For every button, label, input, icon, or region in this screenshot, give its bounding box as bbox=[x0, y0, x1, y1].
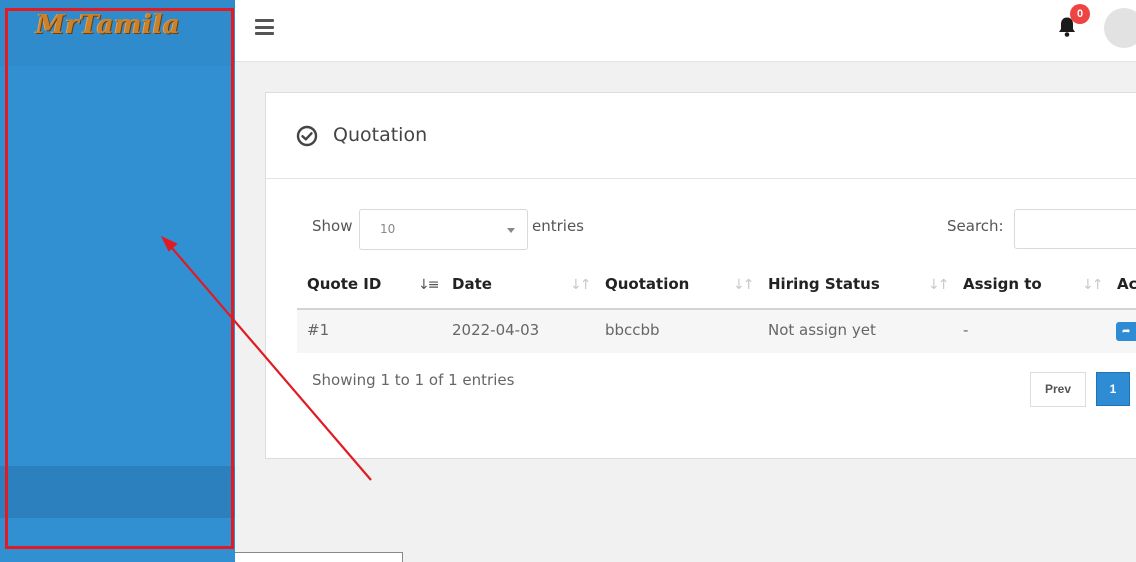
notification-badge: 0 bbox=[1070, 4, 1090, 24]
page-length-select[interactable]: 10 bbox=[359, 209, 528, 250]
user-avatar[interactable] bbox=[1104, 8, 1136, 48]
sidebar-footer-band bbox=[0, 466, 235, 518]
show-label: Show bbox=[312, 217, 353, 235]
page-1-button[interactable]: 1 bbox=[1096, 372, 1130, 406]
search-input[interactable] bbox=[1014, 209, 1136, 249]
cell-date: 2022-04-03 bbox=[452, 321, 540, 339]
sort-icon[interactable]: ↓↑ bbox=[570, 277, 592, 293]
column-header-quotation[interactable]: Quotation bbox=[605, 275, 689, 293]
page-length-value: 10 bbox=[380, 222, 396, 236]
column-header-action[interactable]: Ac bbox=[1117, 275, 1136, 293]
column-header-hiring-status[interactable]: Hiring Status bbox=[768, 275, 880, 293]
reply-icon: ➦ bbox=[1122, 326, 1131, 337]
column-header-assign-to[interactable]: Assign to bbox=[963, 275, 1042, 293]
sort-icon[interactable]: ↓≡ bbox=[418, 277, 440, 293]
check-circle-icon bbox=[296, 125, 318, 147]
card-title: Quotation bbox=[333, 124, 428, 146]
table-row bbox=[297, 310, 1136, 353]
column-header-date[interactable]: Date bbox=[452, 275, 492, 293]
sort-icon[interactable]: ↓↑ bbox=[733, 277, 755, 293]
card-header: Quotation bbox=[266, 93, 1136, 179]
cell-assign-to: - bbox=[963, 321, 969, 339]
reply-action-button[interactable]: ➦ bbox=[1116, 322, 1136, 341]
cell-quotation: bbccbb bbox=[605, 321, 660, 339]
sort-icon[interactable]: ↓↑ bbox=[1082, 277, 1104, 293]
table-info: Showing 1 to 1 of 1 entries bbox=[312, 371, 515, 389]
search-label: Search: bbox=[947, 217, 1004, 235]
cell-hiring-status: Not assign yet bbox=[768, 321, 876, 339]
column-header-quote-id[interactable]: Quote ID bbox=[307, 275, 381, 293]
cell-quote-id: #1 bbox=[307, 321, 330, 339]
sidebar-header: MrTamila bbox=[0, 0, 235, 66]
top-navbar: 0 bbox=[235, 0, 1136, 62]
hamburger-icon[interactable] bbox=[255, 19, 274, 35]
prev-page-button[interactable]: Prev bbox=[1030, 372, 1086, 407]
entries-label: entries bbox=[532, 217, 584, 235]
bottom-panel-edge bbox=[235, 552, 403, 562]
chevron-down-icon bbox=[507, 228, 515, 233]
sort-icon[interactable]: ↓↑ bbox=[928, 277, 950, 293]
quotation-card: Quotation Show 10 entries Search: Quote … bbox=[265, 92, 1136, 459]
sidebar: MrTamila bbox=[0, 0, 235, 562]
app-logo[interactable]: MrTamila bbox=[36, 10, 180, 40]
